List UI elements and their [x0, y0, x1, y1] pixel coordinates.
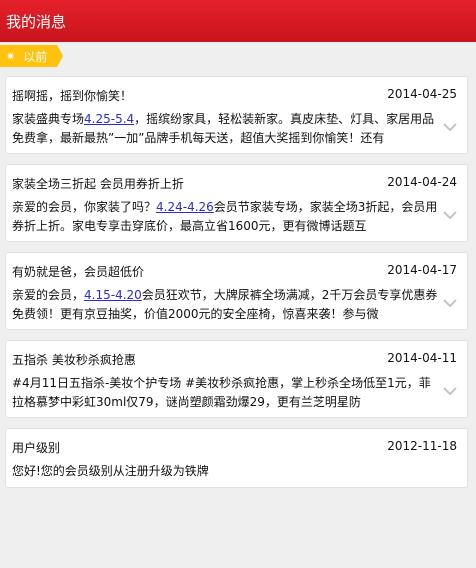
message-card[interactable]: 五指杀 美妆秒杀疯抢惠 2014-04-11 #4月11日五指杀-美妆个护专场 … — [5, 340, 468, 418]
message-title: 有奶就是爸，会员超低价 — [12, 265, 145, 279]
message-card[interactable]: 有奶就是爸，会员超低价 2014-04-17 亲爱的会员，4.15-4.20会员… — [5, 252, 468, 330]
section-label: 以前 — [23, 49, 48, 64]
message-body: 家装盛典专场4.25-5.4，摇缤纷家具，轻松装新家。真皮床垫、灯具、家居用品免… — [12, 112, 435, 145]
message-date: 2014-04-17 — [387, 263, 457, 277]
message-title: 家装全场三折起 会员用券折上折 — [12, 177, 184, 191]
message-title: 摇啊摇，摇到你愉笑！ — [12, 89, 133, 103]
chevron-down-icon[interactable] — [443, 210, 457, 220]
date-range-link[interactable]: 4.25-5.4 — [84, 112, 134, 126]
message-body: #4月11日五指杀-美妆个护专场 #美妆秒杀疯抢惠，掌上秒杀全场低至1元，菲拉格… — [12, 376, 431, 409]
title-bar: 我的消息 — [0, 0, 476, 42]
message-date: 2014-04-24 — [387, 175, 457, 189]
message-title: 五指杀 美妆秒杀疯抢惠 — [12, 353, 136, 367]
message-date: 2014-04-25 — [387, 87, 457, 101]
message-card[interactable]: 用户级别 2012-11-18 您好!您的会员级别从注册升级为铁牌 — [5, 428, 468, 488]
message-title: 用户级别 — [12, 441, 61, 455]
section-header-earlier: ✷ 以前 — [0, 45, 63, 67]
chevron-down-icon[interactable] — [443, 122, 457, 132]
date-range-link[interactable]: 4.15-4.20 — [84, 288, 142, 302]
chevron-down-icon[interactable] — [443, 386, 457, 396]
page-title: 我的消息 — [6, 12, 67, 31]
date-range-link[interactable]: 4.24-4.26 — [156, 200, 214, 214]
message-body: 亲爱的会员，4.15-4.20会员狂欢节，大牌尿裤全场满减，2千万会员专享优惠券… — [12, 288, 438, 321]
message-card[interactable]: 摇啊摇，摇到你愉笑！ 2014-04-25 家装盛典专场4.25-5.4，摇缤纷… — [5, 76, 468, 154]
chevron-down-icon[interactable] — [443, 298, 457, 308]
message-body: 您好!您的会员级别从注册升级为铁牌 — [12, 464, 209, 478]
message-body: 亲爱的会员，你家装了吗？4.24-4.26会员节家装专场，家装全场3折起，会员用… — [12, 200, 438, 233]
message-date: 2012-11-18 — [387, 439, 457, 453]
sun-icon: ✷ — [6, 49, 16, 63]
message-card[interactable]: 家装全场三折起 会员用券折上折 2014-04-24 亲爱的会员，你家装了吗？4… — [5, 164, 468, 242]
message-date: 2014-04-11 — [387, 351, 457, 365]
